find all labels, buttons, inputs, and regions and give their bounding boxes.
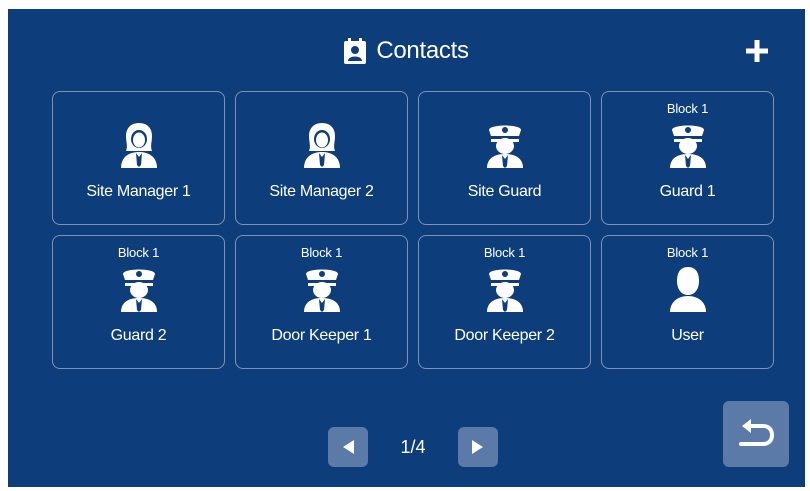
title-text: Contacts (376, 37, 469, 64)
contact-card[interactable]: Block 1 Guard 1 (601, 91, 774, 225)
contact-block-label: Block 1 (117, 245, 160, 260)
guard-icon (666, 121, 710, 169)
contact-card[interactable]: Block 1 User (601, 235, 774, 369)
contact-name: Site Manager 1 (86, 183, 191, 200)
contact-card[interactable]: Block 1 Door Keeper 2 (418, 235, 591, 369)
contact-name: Guard 2 (110, 327, 167, 344)
contact-card[interactable]: Block 1 Door Keeper 1 (235, 235, 408, 369)
plus-icon (746, 40, 768, 62)
contacts-screen: Contacts Site Manager 1 Site Manager 2 S… (8, 9, 805, 487)
contact-card[interactable]: Site Manager 2 (235, 91, 408, 225)
contact-card[interactable]: Site Manager 1 (52, 91, 225, 225)
contact-grid: Site Manager 1 Site Manager 2 Site Guard… (52, 91, 774, 369)
contact-block-label: Block 1 (300, 245, 343, 260)
contact-block-label: Block 1 (666, 101, 709, 116)
page-title: Contacts (8, 33, 805, 69)
person-icon (666, 265, 710, 313)
contact-block-label: Block 1 (666, 245, 709, 260)
contact-name: Guard 1 (659, 183, 716, 200)
contact-card[interactable]: Block 1 Guard 2 (52, 235, 225, 369)
female-person-icon (117, 121, 161, 169)
guard-icon (300, 265, 344, 313)
contact-card[interactable]: Site Guard (418, 91, 591, 225)
contact-name: User (671, 327, 704, 344)
next-page-button[interactable] (458, 427, 498, 467)
guard-icon (483, 121, 527, 169)
back-button[interactable] (723, 401, 789, 467)
page-indicator: 1/4 (400, 436, 426, 457)
header: Contacts (8, 9, 805, 91)
contacts-book-icon (344, 38, 367, 64)
female-person-icon (300, 121, 344, 169)
guard-icon (117, 265, 161, 313)
return-arrow-icon (739, 419, 775, 446)
contact-block-label: Block 1 (483, 245, 526, 260)
guard-icon (483, 265, 527, 313)
prev-page-button[interactable] (328, 427, 368, 467)
triangle-right-icon (472, 440, 483, 454)
contact-name: Site Guard (467, 183, 542, 200)
contact-name: Door Keeper 1 (271, 327, 372, 344)
triangle-left-icon (343, 440, 354, 454)
contact-name: Site Manager 2 (269, 183, 374, 200)
pager: 1/4 (328, 427, 498, 467)
add-contact-button[interactable] (745, 39, 769, 63)
contact-name: Door Keeper 2 (454, 327, 555, 344)
